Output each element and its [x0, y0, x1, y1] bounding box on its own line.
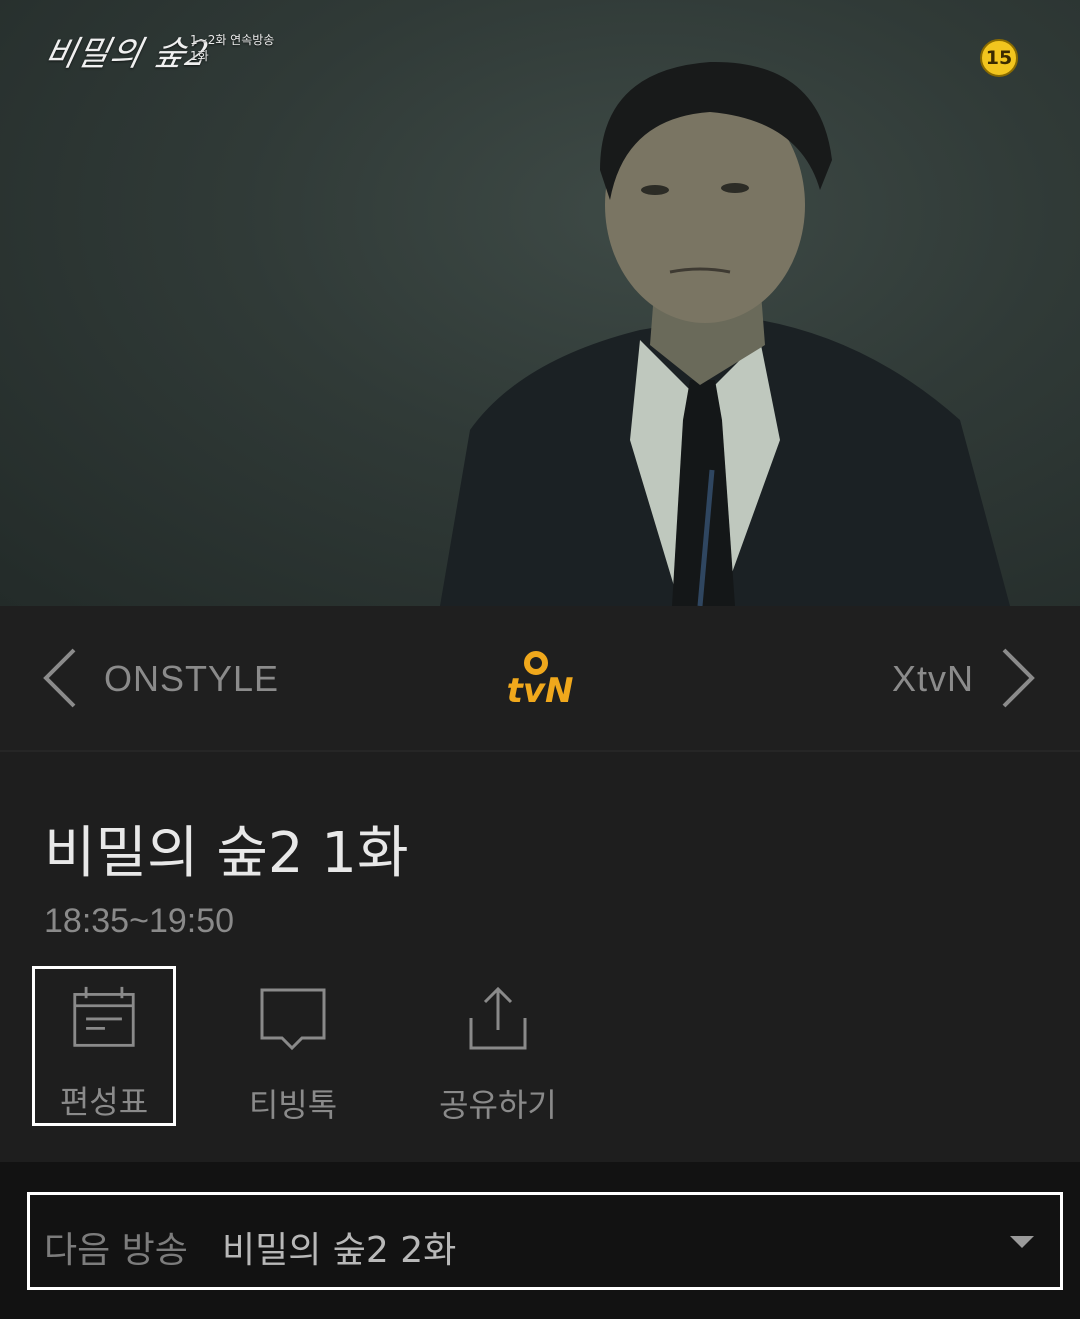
share-button[interactable]: 공유하기: [420, 966, 576, 1126]
program-time: 18:35~19:50: [44, 902, 235, 940]
tvn-channel-logo: tvN: [507, 651, 574, 710]
tving-talk-button[interactable]: 티빙톡: [218, 966, 368, 1126]
share-label: 공유하기: [439, 1086, 557, 1124]
next-channel-button[interactable]: XtvN: [892, 658, 974, 700]
channel-navigation: ONSTYLE tvN XtvN: [0, 606, 1080, 752]
broadcast-info-overlay: 1~2화 연속방송 1화: [190, 32, 274, 64]
broadcast-info-line: 1~2화 연속방송: [190, 33, 275, 47]
age-rating-badge: 15: [980, 39, 1018, 77]
show-logo: 비밀의 숲2: [41, 34, 214, 74]
caret-down-icon: [1010, 1236, 1034, 1248]
program-info: 비밀의 숲2 1화 18:35~19:50 편성표 티빙톡 공유하기: [0, 752, 1080, 1162]
chat-bubble-icon: [260, 988, 326, 1051]
previous-channel-button[interactable]: ONSTYLE: [104, 658, 279, 700]
next-broadcast-dropdown[interactable]: 다음 방송 비밀의 숲2 2화: [27, 1192, 1063, 1290]
next-broadcast-section: 다음 방송 비밀의 숲2 2화: [0, 1162, 1080, 1319]
next-broadcast-title: 비밀의 숲2 2화: [222, 1230, 457, 1271]
chevron-left-icon[interactable]: [40, 646, 80, 710]
episode-info-line: 1화: [190, 49, 209, 63]
schedule-button[interactable]: 편성표: [32, 966, 176, 1126]
video-frame: [440, 61, 1010, 606]
calendar-icon: [73, 986, 135, 1047]
tving-talk-label: 티빙톡: [248, 1086, 338, 1124]
share-icon: [469, 986, 527, 1050]
next-broadcast-label: 다음 방송: [44, 1230, 188, 1271]
chevron-right-icon[interactable]: [998, 646, 1038, 710]
tvn-logo-text: tvN: [507, 671, 574, 710]
video-player[interactable]: 비밀의 숲2 1~2화 연속방송 1화 15: [0, 0, 1080, 606]
schedule-label: 편성표: [59, 1083, 149, 1121]
program-title: 비밀의 숲2 1화: [44, 821, 409, 886]
